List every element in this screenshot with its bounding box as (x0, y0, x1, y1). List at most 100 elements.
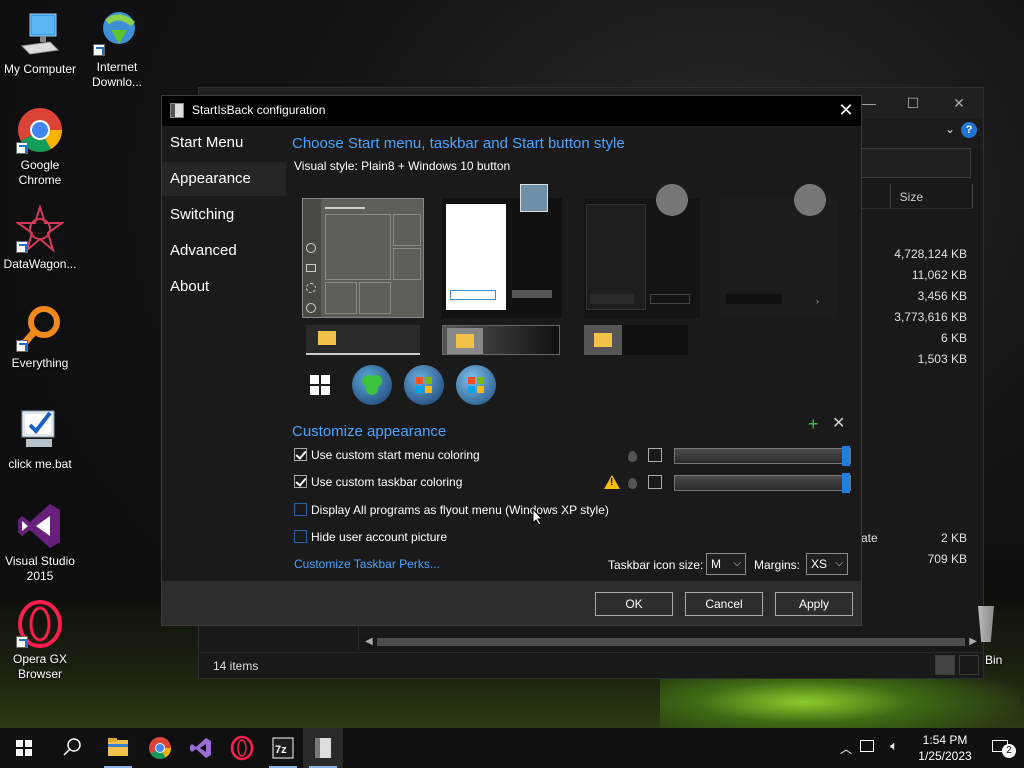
opera-gx-icon (230, 735, 254, 761)
option-label: Use custom taskbar coloring (311, 475, 463, 489)
close-icon[interactable]: ✕ (831, 96, 861, 124)
taskbar-startisback[interactable] (303, 728, 343, 768)
gear-icon (306, 283, 316, 293)
start-style-plain8[interactable] (302, 198, 424, 318)
option-flyout-all-programs[interactable]: Display All programs as flyout menu (Win… (294, 503, 609, 521)
start-button-clover[interactable] (352, 365, 392, 405)
search-button[interactable] (52, 728, 92, 768)
start-style-windows7[interactable] (442, 184, 562, 318)
file-size-cell: 1,503 KB (917, 352, 967, 366)
remove-button-icon[interactable]: ✕ (832, 416, 845, 432)
maximize-icon[interactable]: ☐ (893, 92, 933, 114)
checkbox[interactable] (294, 475, 307, 488)
clock-date: 1/25/2023 (918, 749, 972, 763)
sidebar-item-switching[interactable]: Switching (162, 198, 286, 232)
select-value: XS (811, 557, 828, 571)
slider-knob[interactable] (842, 473, 850, 493)
network-icon[interactable] (860, 740, 874, 752)
start-style-windows10[interactable]: › (720, 184, 838, 318)
column-divider[interactable] (972, 184, 973, 208)
start-style-dark[interactable] (584, 184, 700, 318)
mouse-cursor-icon (532, 508, 544, 526)
start-button-windows-vista[interactable] (456, 365, 496, 405)
svg-text:7z: 7z (275, 744, 287, 756)
user-avatar-icon (656, 184, 688, 216)
item-count: 14 items (213, 659, 259, 673)
ok-button[interactable]: OK (595, 592, 673, 616)
desktop-icon-internet-download[interactable]: Internet Downlo... (77, 8, 157, 90)
checkbox[interactable] (294, 503, 307, 516)
option-label: Display All programs as flyout menu (Win… (311, 503, 609, 517)
apply-button[interactable]: Apply (775, 592, 853, 616)
explorer-close-icon[interactable]: ✕ (939, 92, 979, 114)
desktop-icon-google-chrome[interactable]: Google Chrome (0, 106, 80, 188)
sidebar-item-appearance[interactable]: Appearance (162, 162, 286, 196)
desktop-icon-datawagon[interactable]: DataWagon... (0, 203, 80, 272)
desktop-icon-label: My Computer (3, 62, 77, 76)
taskbar-style-dark[interactable] (584, 325, 688, 355)
start-button[interactable] (4, 728, 44, 768)
style-section-title: Choose Start menu, taskbar and Start but… (292, 135, 625, 152)
start-color-swatch[interactable] (648, 448, 662, 462)
taskbar-style-windows7[interactable] (442, 325, 560, 355)
column-divider[interactable] (890, 184, 891, 208)
scroll-right-icon[interactable]: ▶ (969, 634, 977, 650)
action-center-button[interactable]: 2 (992, 738, 1016, 758)
taskbar-opacity-slider[interactable] (674, 473, 851, 493)
column-header-size[interactable]: Size (900, 190, 923, 204)
icon-size-label: Taskbar icon size: (608, 558, 704, 572)
transparency-drop-icon (628, 478, 637, 489)
volume-icon[interactable]: 🔈︎ (890, 738, 898, 754)
appearance-panel: Choose Start menu, taskbar and Start but… (286, 126, 861, 581)
large-icons-view-icon[interactable] (959, 655, 979, 675)
checkbox[interactable] (294, 448, 307, 461)
checkbox[interactable] (294, 530, 307, 543)
taskbar-file-explorer[interactable] (98, 728, 138, 768)
margins-select[interactable]: XS ⌵ (806, 553, 848, 575)
horizontal-scrollbar[interactable]: ◀ ▶ (361, 634, 981, 650)
desktop-icon-my-computer[interactable]: My Computer (0, 10, 80, 77)
taskbar-color-swatch[interactable] (648, 475, 662, 489)
sidebar-item-start-menu[interactable]: Start Menu (162, 126, 286, 160)
option-custom-taskbar-coloring[interactable]: Use custom taskbar coloring (294, 475, 462, 493)
help-icon[interactable]: ? (961, 122, 977, 138)
show-hidden-icons-chevron-icon[interactable]: ︿ (840, 740, 852, 757)
visual-studio-icon (16, 502, 64, 550)
file-size-cell: 3,456 KB (917, 289, 967, 303)
desktop-icon-label: Google Chrome (18, 158, 62, 187)
desktop-icon-click-me-bat[interactable]: click me.bat (0, 405, 80, 472)
option-custom-start-coloring[interactable]: Use custom start menu coloring (294, 448, 480, 466)
start-button-windows7[interactable] (404, 365, 444, 405)
sidebar-item-about[interactable]: About (162, 270, 286, 304)
taskbar-visual-studio[interactable] (180, 728, 220, 768)
file-size-cell: 4,728,124 KB (894, 247, 967, 261)
desktop-icon-opera-gx[interactable]: Opera GX Browser (0, 600, 80, 682)
warning-icon (604, 475, 620, 489)
clock[interactable]: 1:54 PM 1/25/2023 (910, 732, 980, 764)
sidebar-item-advanced[interactable]: Advanced (162, 234, 286, 268)
taskbar-chrome[interactable] (140, 728, 180, 768)
file-size-cell: 6 KB (940, 331, 967, 345)
shortcut-arrow-icon (16, 636, 28, 648)
taskbar-7zip[interactable]: 7z (263, 728, 303, 768)
slider-knob[interactable] (842, 446, 850, 466)
ribbon-expand-chevron-icon[interactable]: ⌄ (945, 122, 955, 136)
taskbar-opera-gx[interactable] (222, 728, 262, 768)
taskbar-style-plain8[interactable] (306, 325, 420, 355)
add-button-icon[interactable]: + (808, 415, 819, 433)
icon-size-select[interactable]: M ⌵ (706, 553, 746, 575)
start-opacity-slider[interactable] (674, 446, 851, 466)
file-size-cell: 3,773,616 KB (894, 310, 967, 324)
details-view-icon[interactable] (935, 655, 955, 675)
desktop-icon-everything[interactable]: Everything (0, 304, 80, 371)
start-button-windows10[interactable] (300, 365, 340, 405)
scroll-left-icon[interactable]: ◀ (365, 634, 373, 650)
desktop-icon-visual-studio[interactable]: Visual Studio 2015 (0, 502, 80, 584)
customize-taskbar-perks-link[interactable]: Customize Taskbar Perks... (294, 557, 440, 571)
scrollbar-thumb[interactable] (377, 638, 965, 646)
cancel-button[interactable]: Cancel (685, 592, 763, 616)
option-hide-account-picture[interactable]: Hide user account picture (294, 530, 447, 548)
folder-icon (318, 331, 336, 345)
idm-globe-icon (93, 8, 141, 56)
recycle-bin-label[interactable]: Bin (985, 653, 1002, 667)
